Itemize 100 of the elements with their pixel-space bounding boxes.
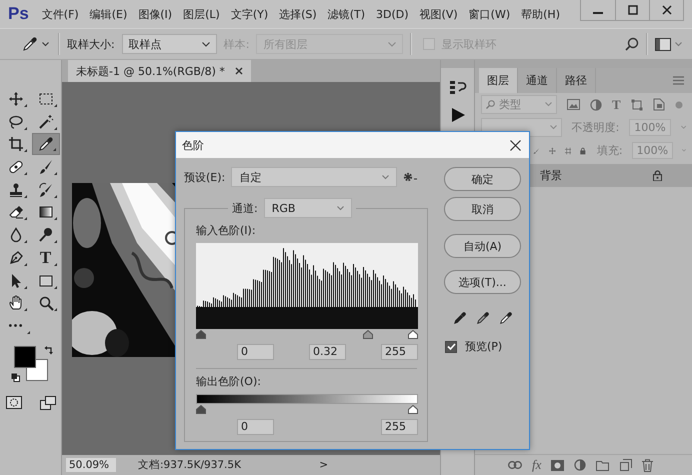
swap-colors-icon[interactable] [44,346,54,356]
input-level-field[interactable]: 0 [237,344,274,360]
zoom-field[interactable]: 50.09% [66,458,116,472]
image-filter-icon[interactable] [567,99,580,110]
menu-item[interactable]: 选择(S) [274,6,322,22]
preview-checkbox[interactable] [445,340,457,352]
stamp-icon [8,182,24,198]
eyedropper-icon [38,136,54,152]
layer-name: 背景 [540,168,562,183]
adjustment-layer-icon[interactable] [574,459,586,471]
new-layer-icon[interactable] [620,459,632,471]
eyedropper-icon[interactable] [476,311,490,325]
eyedropper-icon [22,36,38,52]
status-menu-arrow[interactable]: > [319,459,328,471]
caret-icon [388,42,396,46]
app-logo: Ps [8,4,29,24]
menu-item[interactable]: 图层(L) [178,6,225,22]
brush-icon [38,159,54,176]
pen-icon [8,250,24,266]
input-levels-label: 输入色阶(I): [196,223,257,238]
caret-icon [382,174,390,180]
history-icon[interactable] [448,80,466,96]
output-level-field[interactable]: 0 [237,419,274,435]
check-icon [446,342,456,351]
crop-icon [8,136,24,152]
default-colors-icon[interactable] [10,372,20,382]
mask-icon[interactable] [551,460,564,470]
sample-size-label: 取样大小: [67,36,115,52]
input-level-field[interactable]: 255 [381,344,418,360]
menu-item[interactable]: 帮助(H) [516,6,565,22]
link-icon[interactable] [508,461,522,469]
filter-toggle-icon[interactable] [674,100,683,108]
document-info: 文档:937.5K/937.5K [138,458,241,472]
menu-item[interactable]: 窗口(W) [464,6,516,22]
channel-label: 通道: [232,200,258,216]
caret-icon [42,42,49,46]
move-icon [8,91,24,107]
menu-item[interactable]: 滤镜(T) [322,6,370,22]
menu-item[interactable]: 图像(I) [133,6,178,22]
dots-icon [9,324,22,328]
close-icon[interactable] [510,140,521,150]
gear-icon[interactable] [403,172,418,182]
foreground-color-swatch[interactable] [14,346,36,368]
eyedropper-icon[interactable] [498,311,512,325]
panel-tab[interactable]: 图层 [479,68,518,93]
menu-item[interactable]: 文字(Y) [226,6,274,22]
dialog-title: 色阶 [182,138,204,152]
preset-dropdown[interactable]: 自定 [231,167,398,187]
output-level-field[interactable]: 255 [381,419,418,435]
folder-icon[interactable] [596,460,610,470]
quick-mask-icon[interactable] [6,396,22,409]
menu-item[interactable]: 编辑(E) [84,6,132,22]
search-icon[interactable] [625,37,639,51]
lasso-icon [8,114,24,130]
history-brush-icon [38,182,54,198]
caret-icon [550,125,557,130]
layer-style-button[interactable]: fx [532,457,542,473]
wand-icon [38,114,54,130]
close-icon[interactable] [234,67,243,75]
close-icon [662,5,672,15]
opacity-label: 不透明度: [572,120,620,135]
screen-mode-icon[interactable] [40,396,56,410]
eraser-icon [8,204,24,220]
dialog-button[interactable]: 取消 [444,197,521,221]
smart-object-filter-icon[interactable] [652,98,665,111]
minimize-icon [593,12,603,14]
zoom-icon [38,295,54,312]
artboard-icon[interactable] [564,144,572,156]
preset-label: 预设(E): [184,170,226,184]
fill-label: 填充: [596,143,623,158]
rectangle-icon [38,272,54,288]
play-icon[interactable] [450,108,464,122]
shape-filter-icon[interactable] [630,98,643,110]
hand-icon [8,295,24,312]
menu-item[interactable]: 文件(F) [36,6,84,22]
input-level-field[interactable]: 0.32 [309,344,346,360]
search-icon [486,100,495,109]
menu-item[interactable]: 视图(V) [414,6,463,22]
panel-tab[interactable]: 通道 [518,68,557,93]
preview-label: 预览(P) [465,339,502,354]
dialog-button[interactable]: 确定 [444,167,521,191]
adjustment-filter-icon[interactable] [590,98,602,110]
caret-icon [202,42,210,46]
menu-item[interactable]: 3D(D) [371,8,414,20]
caret-icon [336,206,344,210]
dialog-button[interactable]: 选项(T)... [444,270,521,294]
dodge-icon [38,227,54,244]
trash-icon[interactable] [642,458,654,472]
sample-size-dropdown[interactable]: 取样点 [122,34,217,54]
dialog-button[interactable]: 自动(A) [444,234,521,258]
output-levels-label: 输出色阶(O): [196,374,262,389]
panel-tab[interactable]: 路径 [557,68,596,93]
eyedropper-icon[interactable] [452,311,466,325]
gradient-icon [38,204,54,220]
workspace-icon[interactable] [655,38,671,50]
marquee-icon [38,91,54,107]
document-tab[interactable]: 未标题-1 @ 50.1%(RGB/8) * [68,60,251,82]
type-tool[interactable]: T [32,246,60,269]
channel-dropdown[interactable]: RGB [264,198,352,218]
eyedropper-tool[interactable] [32,133,60,156]
